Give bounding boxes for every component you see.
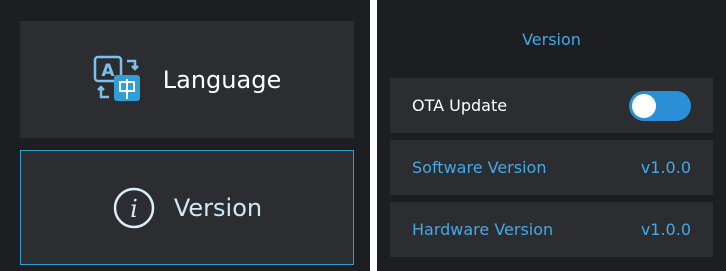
settings-menu-panel: A Language i Version (0, 0, 370, 271)
hardware-version-label: Hardware Version (412, 220, 554, 239)
info-icon: i (112, 186, 156, 230)
menu-item-language-label: Language (162, 65, 282, 94)
svg-text:A: A (101, 61, 115, 81)
version-panel-title: Version (522, 29, 581, 49)
ota-update-row: OTA Update (390, 78, 713, 133)
version-panel: Version OTA Update Software Version v1.0… (377, 0, 726, 271)
software-version-value: v1.0.0 (640, 158, 691, 177)
translate-icon: A (93, 55, 145, 105)
ota-update-toggle[interactable] (629, 90, 691, 121)
hardware-version-row: Hardware Version v1.0.0 (390, 202, 713, 257)
software-version-label: Software Version (412, 158, 547, 177)
menu-item-version[interactable]: i Version (20, 150, 354, 265)
menu-item-language[interactable]: A Language (20, 21, 354, 138)
software-version-row: Software Version v1.0.0 (390, 140, 713, 195)
toggle-knob (632, 93, 656, 118)
hardware-version-value: v1.0.0 (640, 220, 691, 239)
ota-update-label: OTA Update (412, 96, 508, 115)
svg-text:i: i (130, 195, 138, 223)
menu-item-version-label: Version (173, 193, 263, 222)
